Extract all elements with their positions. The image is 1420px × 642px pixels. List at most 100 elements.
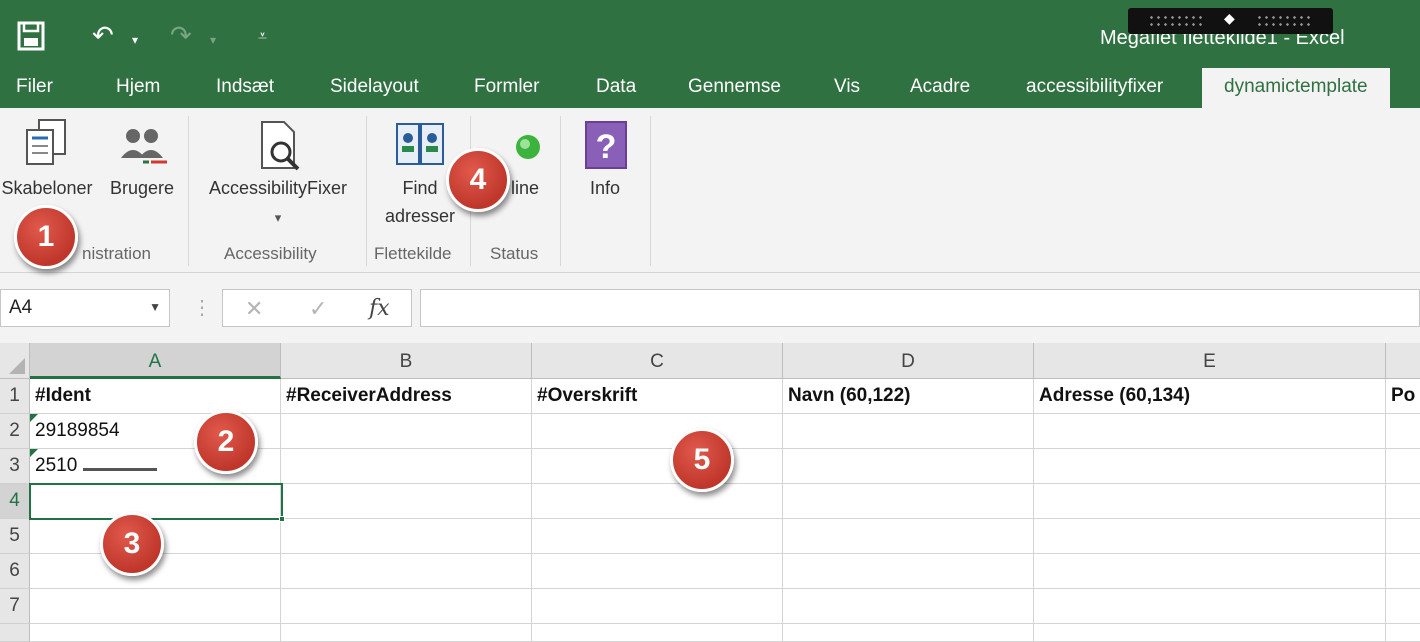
row-header-1[interactable]: 1 [0, 379, 30, 414]
row-header-5[interactable]: 5 [0, 519, 30, 554]
select-all-button[interactable] [0, 343, 30, 379]
cell-d6[interactable] [783, 554, 1034, 589]
redo-dropdown-icon[interactable]: ▾ [210, 25, 216, 55]
row-header-7[interactable]: 7 [0, 589, 30, 624]
column-header-c[interactable]: C [532, 343, 783, 379]
templates-button[interactable]: Skabeloner [0, 116, 102, 202]
callout-2: 2 [194, 410, 258, 474]
tab-acadre[interactable]: Acadre [910, 76, 970, 98]
redaction-mark [83, 459, 158, 471]
row-header-2[interactable]: 2 [0, 414, 30, 449]
tab-vis[interactable]: Vis [834, 76, 860, 98]
users-button[interactable]: Brugere [104, 116, 180, 202]
cell-a3-value: 2510 [35, 455, 78, 476]
cell-a1[interactable]: #Ident [30, 379, 281, 414]
cell-b2[interactable] [281, 414, 532, 449]
tab-gennemse[interactable]: Gennemse [688, 76, 781, 98]
tab-hjem[interactable]: Hjem [116, 76, 160, 98]
cell-c6[interactable] [532, 554, 783, 589]
name-box[interactable]: A4 ▼ [0, 289, 170, 327]
cell-f7[interactable] [1386, 589, 1420, 624]
tab-data[interactable]: Data [596, 76, 636, 98]
tab-accessibilityfixer[interactable]: accessibilityfixer [1026, 76, 1163, 98]
cell-f5[interactable] [1386, 519, 1420, 554]
cell-e4[interactable] [1034, 484, 1386, 519]
cell-e6[interactable] [1034, 554, 1386, 589]
callout-1: 1 [14, 205, 78, 269]
cancel-icon[interactable]: ✕ [245, 296, 263, 322]
fill-handle[interactable] [279, 516, 285, 522]
cell-e2[interactable] [1034, 414, 1386, 449]
accessibility-fixer-label: AccessibilityFixer [208, 178, 348, 198]
cell-c8[interactable] [532, 624, 783, 642]
cell-f1[interactable]: Po [1386, 379, 1420, 414]
cell-f2[interactable] [1386, 414, 1420, 449]
cell-d4[interactable] [783, 484, 1034, 519]
cell-b6[interactable] [281, 554, 532, 589]
save-icon[interactable] [16, 20, 46, 52]
formula-input[interactable] [420, 289, 1420, 327]
chevron-down-icon[interactable]: ▾ [275, 210, 282, 225]
cell-d8[interactable] [783, 624, 1034, 642]
cell-d3[interactable] [783, 449, 1034, 484]
check-icon[interactable]: ✓ [309, 296, 327, 322]
tab-sidelayout[interactable]: Sidelayout [330, 76, 419, 98]
undo-dropdown-icon[interactable]: ▾ [132, 25, 138, 55]
cell-c7[interactable] [532, 589, 783, 624]
column-header-a[interactable]: A [30, 343, 281, 379]
cell-d7[interactable] [783, 589, 1034, 624]
error-indicator-icon [30, 449, 38, 457]
info-button[interactable]: ? Info [572, 116, 638, 202]
cell-d1[interactable]: Navn (60,122) [783, 379, 1034, 414]
accessibility-fixer-button[interactable]: AccessibilityFixer ▾ [198, 116, 358, 232]
row-header-6[interactable]: 6 [0, 554, 30, 589]
cell-b3[interactable] [281, 449, 532, 484]
cell-e8[interactable] [1034, 624, 1386, 642]
column-header-d[interactable]: D [783, 343, 1034, 379]
column-header-e[interactable]: E [1034, 343, 1386, 379]
cell-d2[interactable] [783, 414, 1034, 449]
row-header-8[interactable] [0, 624, 30, 642]
cell-a2-value: 29189854 [35, 420, 120, 441]
cell-e3[interactable] [1034, 449, 1386, 484]
cell-c1[interactable]: #Overskrift [532, 379, 783, 414]
group-label-accessibility: Accessibility [224, 244, 317, 263]
cell-d5[interactable] [783, 519, 1034, 554]
remote-toolbar[interactable]: ◆ [1128, 8, 1333, 34]
pin-icon[interactable]: ◆ [1224, 10, 1235, 27]
cell-b1[interactable]: #ReceiverAddress [281, 379, 532, 414]
tab-indsaet[interactable]: Indsæt [216, 76, 274, 98]
tab-dynamictemplate[interactable]: dynamictemplate [1202, 68, 1390, 108]
cell-c4[interactable] [532, 484, 783, 519]
cell-f4[interactable] [1386, 484, 1420, 519]
column-header-f[interactable] [1386, 343, 1420, 379]
cell-b5[interactable] [281, 519, 532, 554]
tab-formler[interactable]: Formler [474, 76, 539, 98]
cell-c2[interactable] [532, 414, 783, 449]
tab-filer[interactable]: Filer [16, 76, 53, 98]
cell-b7[interactable] [281, 589, 532, 624]
active-cell-selection[interactable] [29, 483, 285, 522]
cell-e7[interactable] [1034, 589, 1386, 624]
cell-c5[interactable] [532, 519, 783, 554]
cell-a8[interactable] [30, 624, 281, 642]
document-search-icon [261, 121, 300, 171]
cell-b4[interactable] [281, 484, 532, 519]
customize-qat-icon[interactable]: ⩡ [258, 22, 267, 52]
formula-tools: ✕ ✓ fx [222, 289, 412, 327]
cell-f8[interactable] [1386, 624, 1420, 642]
column-header-b[interactable]: B [281, 343, 532, 379]
row-header-4[interactable]: 4 [0, 484, 30, 519]
insert-function-icon[interactable]: fx [369, 296, 390, 321]
redo-icon[interactable]: ↷ [170, 20, 192, 50]
cell-f6[interactable] [1386, 554, 1420, 589]
chevron-down-icon[interactable]: ▼ [149, 300, 161, 314]
cell-c3[interactable] [532, 449, 783, 484]
cell-a7[interactable] [30, 589, 281, 624]
cell-b8[interactable] [281, 624, 532, 642]
undo-icon[interactable]: ↶ [92, 20, 114, 50]
cell-e5[interactable] [1034, 519, 1386, 554]
cell-f3[interactable] [1386, 449, 1420, 484]
row-header-3[interactable]: 3 [0, 449, 30, 484]
cell-e1[interactable]: Adresse (60,134) [1034, 379, 1386, 414]
